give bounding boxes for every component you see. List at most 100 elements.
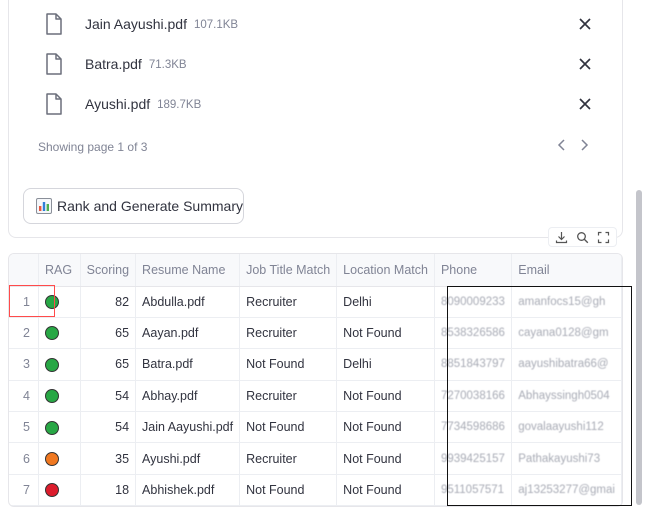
job-title-match-cell[interactable]: Not Found bbox=[239, 474, 338, 506]
email-cell[interactable]: amanfocs15@gh bbox=[511, 286, 622, 318]
location-match-cell[interactable]: Delhi bbox=[336, 348, 435, 381]
column-header[interactable]: Email bbox=[511, 254, 622, 287]
phone-cell[interactable]: 7270038166 bbox=[434, 380, 513, 413]
phone-cell[interactable]: 8851843797 bbox=[434, 348, 513, 381]
email-cell[interactable]: govalaayushi112 bbox=[511, 411, 622, 444]
column-header[interactable]: Phone bbox=[434, 254, 513, 287]
close-icon[interactable] bbox=[576, 55, 594, 73]
close-icon[interactable] bbox=[576, 15, 594, 33]
rag-cell[interactable] bbox=[38, 380, 81, 413]
location-match-cell[interactable]: Not Found bbox=[336, 474, 435, 506]
score-cell[interactable]: 65 bbox=[80, 317, 137, 350]
file-name: Ayushi.pdf bbox=[85, 96, 151, 112]
table-row[interactable]: 6 35 Ayushi.pdf Recruiter Not Found 993942515… bbox=[9, 442, 622, 475]
file-name: Batra.pdf bbox=[85, 56, 142, 72]
location-match-cell[interactable]: Not Found bbox=[336, 442, 435, 475]
column-header[interactable] bbox=[9, 254, 39, 287]
row-index[interactable]: 3 bbox=[9, 348, 39, 381]
phone-cell[interactable]: 8538326586 bbox=[434, 317, 513, 350]
uploaded-file-item: Ayushi.pdf 189.7KB bbox=[45, 90, 594, 118]
table-row[interactable]: 1 82 Abdulla.pdf Recruiter Delhi 8090009233 am… bbox=[9, 286, 622, 318]
score-cell[interactable]: 54 bbox=[80, 380, 137, 413]
email-cell[interactable]: aj13253277@gmai bbox=[511, 474, 622, 506]
rag-cell[interactable] bbox=[38, 442, 81, 475]
score-cell[interactable]: 65 bbox=[80, 348, 137, 381]
rag-status-dot bbox=[44, 295, 59, 310]
fullscreen-icon[interactable] bbox=[597, 231, 610, 244]
rag-cell[interactable] bbox=[38, 411, 81, 444]
row-index[interactable]: 4 bbox=[9, 380, 39, 413]
rank-button-label: Rank and Generate Summary bbox=[57, 198, 243, 214]
job-title-match-cell[interactable]: Recruiter bbox=[239, 442, 338, 475]
row-index[interactable]: 7 bbox=[9, 474, 39, 506]
email-cell[interactable]: cayana0128@gm bbox=[511, 317, 622, 350]
job-title-match-cell[interactable]: Recruiter bbox=[239, 286, 338, 318]
resume-name-cell[interactable]: Jain Aayushi.pdf bbox=[135, 411, 241, 444]
rag-status-dot bbox=[44, 357, 59, 372]
row-index[interactable]: 1 bbox=[9, 286, 39, 318]
table-row[interactable]: 3 65 Batra.pdf Not Found Delhi 8851843797 aayu… bbox=[9, 348, 622, 381]
email-cell[interactable]: aayushibatra66@ bbox=[511, 348, 622, 381]
column-header[interactable]: Resume Name bbox=[135, 254, 241, 287]
search-icon[interactable] bbox=[576, 231, 589, 244]
table-row[interactable]: 2 65 Aayan.pdf Recruiter Not Found 8538326586… bbox=[9, 317, 622, 350]
location-match-cell[interactable]: Not Found bbox=[336, 380, 435, 413]
download-icon[interactable] bbox=[555, 231, 568, 244]
rank-and-generate-summary-button[interactable]: Rank and Generate Summary bbox=[23, 188, 244, 224]
table-row[interactable]: 4 54 Abhay.pdf Recruiter Not Found 7270038166… bbox=[9, 380, 622, 413]
file-icon bbox=[46, 93, 62, 115]
chevron-right-icon[interactable] bbox=[577, 138, 591, 152]
phone-cell[interactable]: 9939425157 bbox=[434, 442, 513, 475]
file-icon bbox=[46, 13, 62, 35]
job-title-match-cell[interactable]: Recruiter bbox=[239, 380, 338, 413]
score-cell[interactable]: 18 bbox=[80, 474, 137, 506]
page-scrollbar[interactable] bbox=[636, 190, 642, 505]
table-header-row: RAG Scoring Resume Name Job Title Match Loca… bbox=[9, 254, 622, 287]
column-header[interactable]: RAG bbox=[38, 254, 81, 287]
phone-cell[interactable]: 9511057571 bbox=[434, 474, 513, 506]
score-cell[interactable]: 35 bbox=[80, 442, 137, 475]
column-header[interactable]: Location Match bbox=[336, 254, 435, 287]
close-icon[interactable] bbox=[576, 95, 594, 113]
file-size: 71.3KB bbox=[148, 58, 187, 71]
rag-cell[interactable] bbox=[38, 474, 81, 506]
resume-name-cell[interactable]: Ayushi.pdf bbox=[135, 442, 241, 475]
resume-name-cell[interactable]: Batra.pdf bbox=[135, 348, 241, 381]
table-row[interactable]: 7 18 Abhishek.pdf Not Found Not Found 9511057… bbox=[9, 474, 622, 506]
resume-name-cell[interactable]: Abhay.pdf bbox=[135, 380, 241, 413]
results-data-grid[interactable]: RAG Scoring Resume Name Job Title Match Loca… bbox=[8, 253, 623, 507]
email-cell[interactable]: Pathakayushi73 bbox=[511, 442, 622, 475]
table-toolbar bbox=[548, 227, 617, 247]
file-icon bbox=[46, 53, 62, 75]
resume-name-cell[interactable]: Abhishek.pdf bbox=[135, 474, 241, 506]
file-size: 107.1KB bbox=[193, 18, 239, 31]
row-index[interactable]: 6 bbox=[9, 442, 39, 475]
file-name: Jain Aayushi.pdf bbox=[85, 16, 187, 32]
file-size: 189.7KB bbox=[157, 98, 202, 111]
score-cell[interactable]: 54 bbox=[80, 411, 137, 444]
score-cell[interactable]: 82 bbox=[80, 286, 137, 318]
job-title-match-cell[interactable]: Not Found bbox=[239, 411, 338, 444]
rag-cell[interactable] bbox=[38, 317, 81, 350]
table-row[interactable]: 5 54 Jain Aayushi.pdf Not Found Not Found 773… bbox=[9, 411, 622, 444]
location-match-cell[interactable]: Not Found bbox=[336, 411, 435, 444]
rag-status-dot bbox=[44, 326, 59, 341]
row-index[interactable]: 2 bbox=[9, 317, 39, 350]
rag-cell[interactable] bbox=[38, 286, 81, 318]
phone-cell[interactable]: 8090009233 bbox=[434, 286, 513, 318]
email-cell[interactable]: Abhayssingh0504 bbox=[511, 380, 622, 413]
phone-cell[interactable]: 7734598686 bbox=[434, 411, 513, 444]
row-index[interactable]: 5 bbox=[9, 411, 39, 444]
bar-chart-icon bbox=[36, 198, 52, 214]
resume-name-cell[interactable]: Aayan.pdf bbox=[135, 317, 241, 350]
location-match-cell[interactable]: Delhi bbox=[336, 286, 435, 318]
uploaded-file-item: Jain Aayushi.pdf 107.1KB bbox=[45, 10, 594, 38]
column-header[interactable]: Scoring bbox=[80, 254, 137, 287]
job-title-match-cell[interactable]: Recruiter bbox=[239, 317, 338, 350]
column-header[interactable]: Job Title Match bbox=[239, 254, 338, 287]
chevron-left-icon[interactable] bbox=[555, 138, 569, 152]
location-match-cell[interactable]: Not Found bbox=[336, 317, 435, 350]
rag-cell[interactable] bbox=[38, 348, 81, 381]
job-title-match-cell[interactable]: Not Found bbox=[239, 348, 338, 381]
resume-name-cell[interactable]: Abdulla.pdf bbox=[135, 286, 241, 318]
